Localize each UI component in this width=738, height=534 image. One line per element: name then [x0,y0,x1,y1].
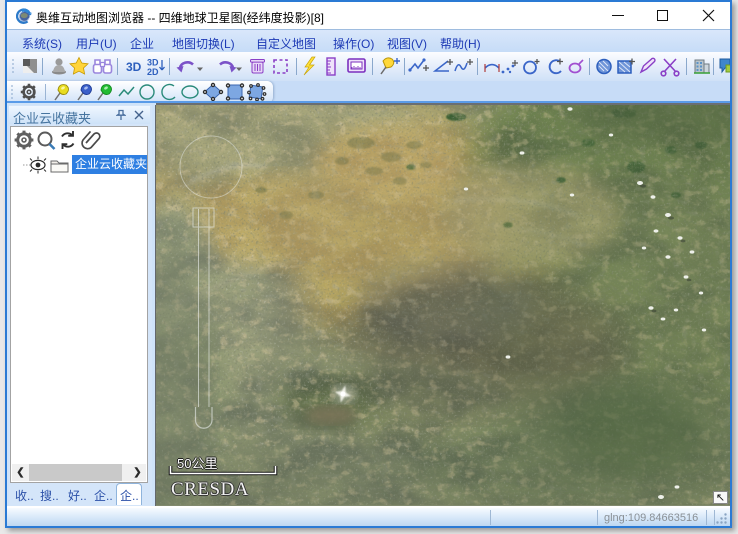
svg-text:3D: 3D [147,58,159,68]
svg-text:2D: 2D [147,67,159,77]
svg-text:3D: 3D [126,60,142,74]
